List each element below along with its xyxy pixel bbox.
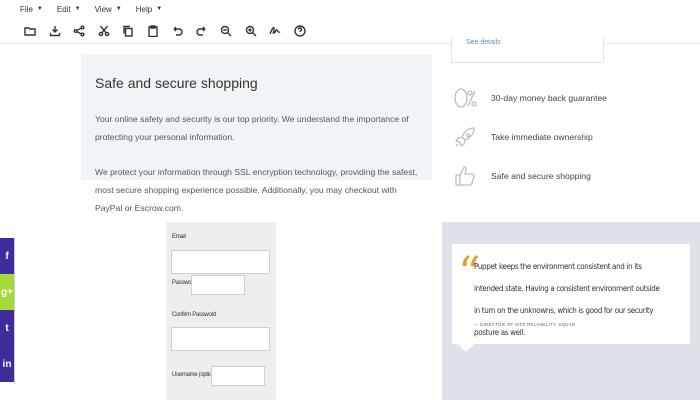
- clipboard-icon[interactable]: [141, 21, 166, 41]
- menu-bar: File ▼ Edit ▼ View ▼ Help ▼: [0, 0, 700, 18]
- see-details-link[interactable]: See details: [466, 39, 501, 46]
- menu-help-label: Help: [135, 4, 153, 14]
- social-divider: [14, 238, 15, 384]
- testimonial-tail: [458, 344, 474, 352]
- signature-icon[interactable]: [263, 21, 288, 41]
- cut-icon[interactable]: [92, 21, 117, 41]
- share-icon[interactable]: [67, 21, 92, 41]
- details-card: See details: [451, 38, 604, 63]
- chevron-down-icon: ▼: [156, 6, 163, 12]
- chevron-down-icon: ▼: [36, 6, 43, 12]
- guarantee-item: Take immediate ownership: [451, 124, 593, 150]
- help-icon[interactable]: [288, 21, 313, 41]
- rocket-icon: [451, 124, 479, 150]
- guarantee-label: Take immediate ownership: [491, 132, 593, 142]
- google-plus-icon[interactable]: g+: [0, 274, 14, 310]
- copy-icon[interactable]: [116, 21, 141, 41]
- zero-percent-icon: [451, 85, 479, 111]
- guarantee-item: 30-day money back guarantee: [451, 85, 607, 111]
- email-field[interactable]: [171, 250, 270, 274]
- undo-icon[interactable]: [165, 21, 190, 41]
- guarantee-item: Safe and secure shopping: [451, 163, 591, 189]
- signup-form: Email Password Confirm Password Username…: [166, 222, 276, 400]
- menu-file[interactable]: File ▼: [20, 5, 43, 14]
- menu-edit[interactable]: Edit ▼: [57, 5, 81, 14]
- thumbs-up-icon: [451, 163, 479, 189]
- zoom-in-icon[interactable]: [239, 21, 264, 41]
- download-icon[interactable]: [43, 21, 68, 41]
- guarantee-label: Safe and secure shopping: [491, 171, 591, 181]
- testimonial-author: — DIRECTOR OF SITE RELIABILITY, SQUAD: [474, 322, 576, 327]
- twitter-icon[interactable]: t: [0, 310, 14, 346]
- secure-shopping-panel: Safe and secure shopping Your online saf…: [81, 54, 432, 213]
- secure-shopping-title: Safe and secure shopping: [95, 75, 258, 91]
- testimonial-section: “ Puppet keeps the environment consisten…: [442, 222, 700, 400]
- linkedin-icon[interactable]: in: [0, 346, 14, 382]
- zoom-out-icon[interactable]: [214, 21, 239, 41]
- menu-help[interactable]: Help ▼: [136, 5, 162, 14]
- guarantee-label: 30-day money back guarantee: [491, 93, 608, 103]
- menu-view[interactable]: View ▼: [95, 5, 122, 14]
- chevron-down-icon: ▼: [74, 6, 81, 12]
- testimonial-text: Puppet keeps the environment consistent …: [474, 262, 660, 337]
- testimonial-card: “ Puppet keeps the environment consisten…: [452, 244, 690, 344]
- menu-view-label: View: [94, 4, 112, 14]
- facebook-icon[interactable]: f: [0, 238, 14, 274]
- chevron-down-icon: ▼: [115, 6, 122, 12]
- folder-icon[interactable]: [18, 21, 43, 41]
- redo-icon[interactable]: [190, 21, 215, 41]
- social-share-bar: f g+ t in: [0, 238, 14, 382]
- confirm-password-field[interactable]: [171, 327, 270, 351]
- secure-paragraph-2: We protect your information through SSL …: [95, 167, 418, 213]
- confirm-password-label: Confirm Password: [172, 312, 217, 318]
- email-label: Email: [172, 234, 186, 240]
- menu-edit-label: Edit: [56, 4, 71, 14]
- menu-file-label: File: [20, 4, 33, 14]
- password-field[interactable]: [191, 275, 245, 295]
- secure-paragraph-1: Your online safety and security is our t…: [95, 114, 409, 142]
- username-field[interactable]: [211, 366, 265, 386]
